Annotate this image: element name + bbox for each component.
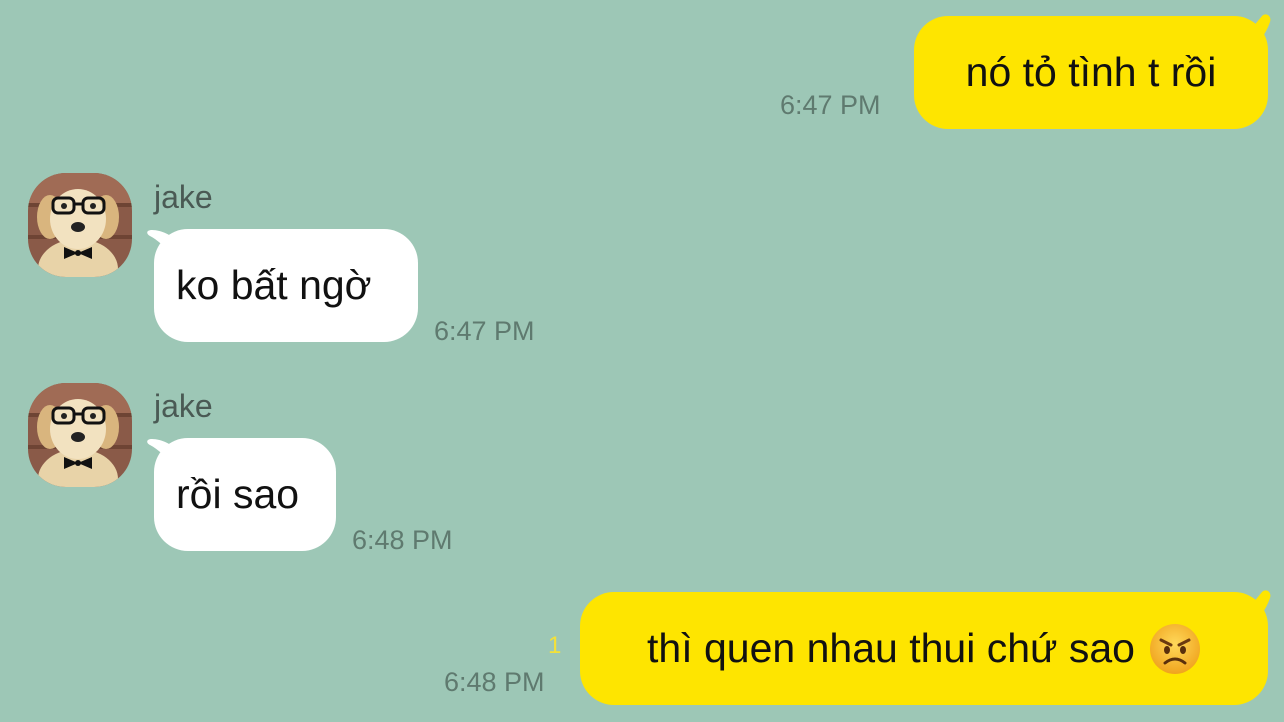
sender-name: jake — [154, 179, 213, 215]
message-timestamp: 6:48 PM — [352, 525, 453, 555]
message-bubble-outgoing[interactable]: thì quen nhau thui chứ sao — [580, 592, 1268, 705]
message-timestamp: 6:47 PM — [780, 90, 881, 120]
message-text: ko bất ngờ — [176, 262, 372, 308]
unread-count: 1 — [548, 632, 562, 659]
avatar[interactable] — [28, 383, 132, 487]
message-bubble-incoming[interactable]: ko bất ngờ — [154, 229, 418, 342]
message-bubble-incoming[interactable]: rồi sao — [154, 438, 336, 551]
message-text: nó tỏ tình t rồi — [965, 49, 1217, 95]
message-timestamp: 6:48 PM — [444, 667, 545, 697]
chat-area[interactable]: 6:47 PM nó tỏ tình t rồi jake ko bất ngờ… — [0, 0, 1284, 722]
message-text: rồi sao — [176, 471, 300, 517]
avatar[interactable] — [28, 173, 132, 277]
sender-name: jake — [154, 388, 213, 424]
message-bubble-outgoing[interactable]: nó tỏ tình t rồi — [914, 16, 1268, 129]
angry-face-icon — [1149, 623, 1200, 674]
message-timestamp: 6:47 PM — [434, 316, 535, 346]
message-text: thì quen nhau thui chứ sao — [647, 625, 1135, 671]
